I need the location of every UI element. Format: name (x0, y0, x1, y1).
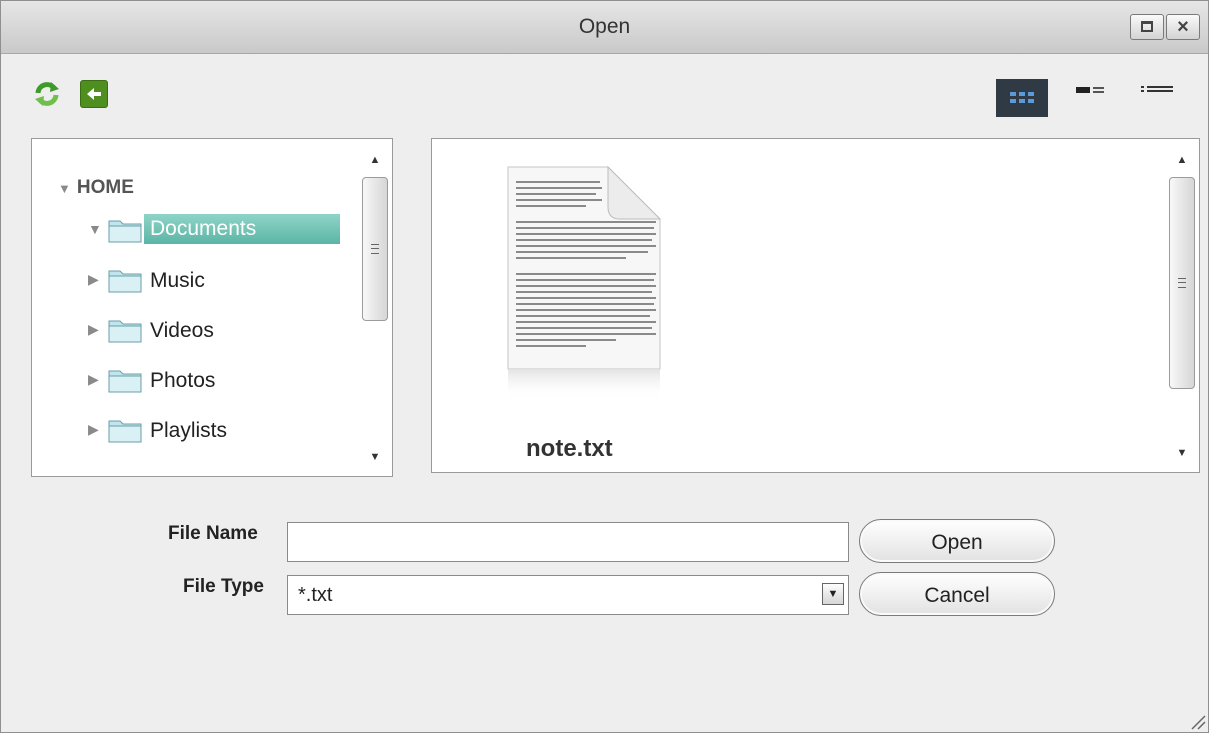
scroll-down-arrow-icon[interactable]: ▼ (360, 444, 390, 470)
window-title: Open (578, 15, 631, 38)
tree-scrollbar[interactable]: ▲ ▼ (360, 141, 390, 474)
file-name-input[interactable] (287, 522, 849, 562)
medium-icons-view-button[interactable] (1066, 79, 1118, 117)
folder-icon (108, 270, 142, 293)
folder-icon (108, 320, 142, 343)
file-type-label: File Type (183, 576, 264, 597)
large-icons-view-button[interactable] (996, 79, 1048, 117)
scroll-up-arrow-icon[interactable]: ▲ (360, 147, 390, 173)
list-view-button[interactable] (1133, 79, 1185, 117)
scrollbar-thumb[interactable] (1169, 177, 1195, 389)
tree-item-label: Photos (150, 369, 216, 392)
cancel-button[interactable]: Cancel (859, 572, 1055, 616)
maximize-icon (1141, 21, 1153, 32)
close-button[interactable]: × (1166, 14, 1200, 40)
file-name-label[interactable]: note.txt (526, 435, 613, 463)
list-view-icon (1141, 86, 1173, 92)
tree-item-label: Playlists (150, 419, 228, 442)
tree-item-label: Videos (150, 319, 214, 342)
folder-icon (108, 370, 142, 393)
open-button[interactable]: Open (859, 519, 1055, 563)
file-name-label: File Name (168, 523, 258, 544)
refresh-icon (35, 82, 59, 106)
detail-view-icon (1076, 87, 1104, 93)
folder-icon (108, 220, 142, 243)
back-button[interactable] (80, 80, 108, 108)
file-view[interactable]: note.txt ▲ ▼ (431, 138, 1200, 473)
file-type-select[interactable]: *.txt ▼ (287, 575, 849, 615)
collapse-triangle-icon[interactable]: ▶ (88, 421, 99, 438)
resize-grip-icon[interactable] (1186, 710, 1206, 730)
grip-icon (371, 244, 379, 254)
folder-icon (108, 420, 142, 443)
folder-tree[interactable]: ▼ HOME ▼ Documents ▶ Music ▶ Videos ▶ Ph… (31, 138, 393, 477)
files-scrollbar[interactable]: ▲ ▼ (1167, 141, 1197, 470)
collapse-triangle-icon[interactable]: ▶ (88, 371, 99, 388)
expand-triangle-icon[interactable]: ▼ (88, 221, 102, 237)
title-bar[interactable]: Open × (1, 1, 1208, 54)
text-document-icon (507, 165, 662, 399)
scroll-up-arrow-icon[interactable]: ▲ (1167, 147, 1197, 173)
dropdown-arrow-icon[interactable]: ▼ (822, 583, 844, 605)
open-button-label: Open (931, 531, 983, 554)
refresh-button[interactable] (33, 80, 61, 108)
file-type-value: *.txt (298, 584, 333, 606)
tree-root-home[interactable]: ▼ HOME (58, 177, 134, 199)
tree-item-label: Documents (144, 214, 340, 244)
back-arrow-icon (87, 88, 101, 100)
tree-item-label: Music (150, 269, 205, 292)
scroll-down-arrow-icon[interactable]: ▼ (1167, 440, 1197, 466)
maximize-button[interactable] (1130, 14, 1164, 40)
tree-root-label: HOME (76, 177, 134, 198)
grid-view-icon (1010, 92, 1034, 103)
collapse-triangle-icon[interactable]: ▶ (88, 271, 99, 288)
cancel-button-label: Cancel (924, 584, 990, 607)
close-icon: × (1177, 16, 1189, 38)
grip-icon (1178, 278, 1186, 288)
open-dialog: Open × ▼ HOME ▼ Documents ▶ Music ▶ Vide… (0, 0, 1209, 733)
scrollbar-thumb[interactable] (362, 177, 388, 321)
collapse-triangle-icon[interactable]: ▶ (88, 321, 99, 338)
expand-triangle-icon[interactable]: ▼ (58, 181, 71, 196)
file-item[interactable] (504, 163, 664, 399)
